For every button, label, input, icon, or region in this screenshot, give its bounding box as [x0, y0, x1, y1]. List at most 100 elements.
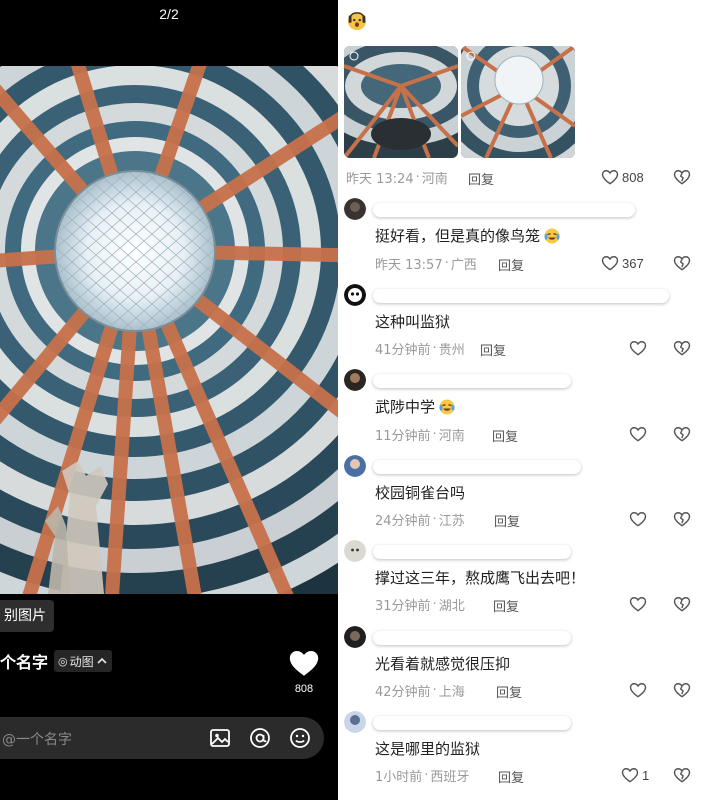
comment-input[interactable]: @一个名字	[0, 717, 324, 759]
heart-icon	[621, 768, 639, 783]
comment-location: 河南	[438, 428, 465, 444]
heart-icon	[629, 597, 647, 612]
comment-body: 光看着就感觉很压抑	[375, 655, 511, 673]
heart-icon	[601, 256, 619, 271]
broken-heart-icon[interactable]	[672, 167, 692, 187]
comment-location: 湖北	[438, 598, 465, 614]
avatar[interactable]	[344, 284, 366, 306]
username-redacted[interactable]	[373, 374, 571, 388]
username-redacted[interactable]	[373, 460, 581, 474]
username-redacted[interactable]	[373, 545, 571, 559]
like-count: 367	[622, 255, 644, 271]
comment-time: 41分钟前	[375, 342, 431, 358]
avatar[interactable]	[344, 455, 366, 477]
post-title-row: 个名字 ◎ 动图	[0, 648, 112, 674]
username-redacted[interactable]	[373, 289, 669, 303]
broken-heart-icon[interactable]	[672, 424, 692, 444]
reply-button[interactable]: 回复	[494, 511, 520, 530]
heart-icon[interactable]	[287, 646, 321, 680]
like-button[interactable]: 808	[600, 167, 644, 187]
heart-icon	[629, 512, 647, 527]
comment-time: 昨天 13:57	[375, 257, 443, 273]
comment-location: 河南	[421, 171, 448, 187]
broken-heart-icon[interactable]	[672, 594, 692, 614]
reply-button[interactable]: 回复	[468, 169, 494, 188]
reply-button[interactable]: 回复	[480, 340, 506, 359]
like-button[interactable]	[628, 594, 650, 614]
comment-time: 31分钟前	[375, 598, 431, 614]
reply-button[interactable]: 回复	[498, 767, 524, 786]
comment-text: 撑过这三年，熬成鹰飞出去吧！	[375, 567, 585, 588]
heart-icon	[629, 341, 647, 356]
comment-location: 贵州	[438, 342, 465, 358]
heart-icon	[601, 170, 619, 185]
recognize-image-button[interactable]: 别图片	[0, 600, 54, 632]
like-button[interactable]: 367	[600, 253, 644, 273]
comment-time: 42分钟前	[375, 684, 431, 700]
comment-meta: 41分钟前 · 贵州	[375, 340, 465, 358]
like-count: 808	[294, 683, 314, 695]
image-viewer: 2/2 别图片 个名字 ◎ 动图 808 @一个名字	[0, 0, 338, 800]
comment-text: 光看着就感觉很压抑	[375, 653, 510, 674]
avatar[interactable]	[344, 198, 366, 220]
comment-time: 24分钟前	[375, 513, 431, 529]
like-button[interactable]	[628, 680, 650, 700]
comment-body: 武陟中学	[375, 398, 436, 416]
broken-heart-icon[interactable]	[672, 338, 692, 358]
reply-button[interactable]: 回复	[498, 255, 524, 274]
avatar[interactable]	[344, 626, 366, 648]
reply-button[interactable]: 回复	[493, 596, 519, 615]
shocked-emoji-icon	[347, 11, 367, 31]
emoji-icon[interactable]	[288, 726, 312, 750]
comment-body: 这种叫监狱	[375, 313, 451, 331]
broken-heart-icon[interactable]	[672, 765, 692, 785]
avatar[interactable]	[344, 369, 366, 391]
comment-location: 上海	[438, 684, 465, 700]
comment-location: 江苏	[438, 513, 465, 529]
comment-meta: 31分钟前 · 湖北	[375, 596, 465, 614]
comment-text: 武陟中学	[375, 396, 457, 417]
broken-heart-icon[interactable]	[672, 253, 692, 273]
reply-button[interactable]: 回复	[492, 426, 518, 445]
comment-meta: 42分钟前 · 上海	[375, 682, 465, 700]
comment-location: 广西	[450, 257, 477, 273]
reply-button[interactable]: 回复	[496, 682, 522, 701]
at-icon[interactable]	[248, 726, 272, 750]
username-redacted[interactable]	[373, 631, 571, 645]
comment-meta: 1小时前 · 西班牙	[375, 767, 470, 785]
comment-time: 昨天 13:24	[346, 171, 414, 187]
like-button[interactable]	[628, 509, 650, 529]
comment-body: 校园铜雀台吗	[375, 484, 466, 502]
like-button[interactable]	[628, 338, 650, 358]
chevron-up-icon	[97, 657, 107, 664]
page-indicator: 2/2	[159, 6, 179, 22]
comment-image-1[interactable]	[344, 46, 458, 158]
heart-icon	[629, 683, 647, 698]
post-title: 个名字	[0, 653, 49, 672]
crying-laughing-emoji-icon	[439, 399, 455, 414]
broken-heart-icon[interactable]	[672, 509, 692, 529]
like-button[interactable]	[628, 424, 650, 444]
gif-toggle[interactable]: ◎ 动图	[54, 650, 112, 672]
atrium-photo[interactable]	[0, 66, 338, 594]
comments-panel: 昨天 13:24 · 河南 回复 808 挺好看，但是真的像鸟笼 昨天 13:5…	[338, 0, 711, 800]
like-count: 1	[642, 767, 650, 783]
username-redacted[interactable]	[373, 716, 571, 730]
comment-time: 11分钟前	[375, 428, 431, 444]
avatar[interactable]	[344, 711, 366, 733]
crying-laughing-emoji-icon	[544, 228, 560, 243]
like-button[interactable]: 1	[620, 765, 649, 785]
comment-meta: 24分钟前 · 江苏	[375, 511, 465, 529]
heart-icon	[629, 427, 647, 442]
comment-input-placeholder: @一个名字	[2, 732, 72, 748]
username-redacted[interactable]	[373, 203, 635, 217]
comment-meta: 11分钟前 · 河南	[375, 426, 465, 444]
comment-text: 挺好看，但是真的像鸟笼	[375, 225, 562, 246]
comment-text: 这是哪里的监狱	[375, 738, 480, 759]
comment-image-2[interactable]	[461, 46, 575, 158]
avatar[interactable]	[344, 540, 366, 562]
broken-heart-icon[interactable]	[672, 680, 692, 700]
image-icon[interactable]	[208, 726, 232, 750]
gif-dot-icon: ◎	[58, 654, 68, 668]
comment-location: 西班牙	[430, 769, 470, 785]
